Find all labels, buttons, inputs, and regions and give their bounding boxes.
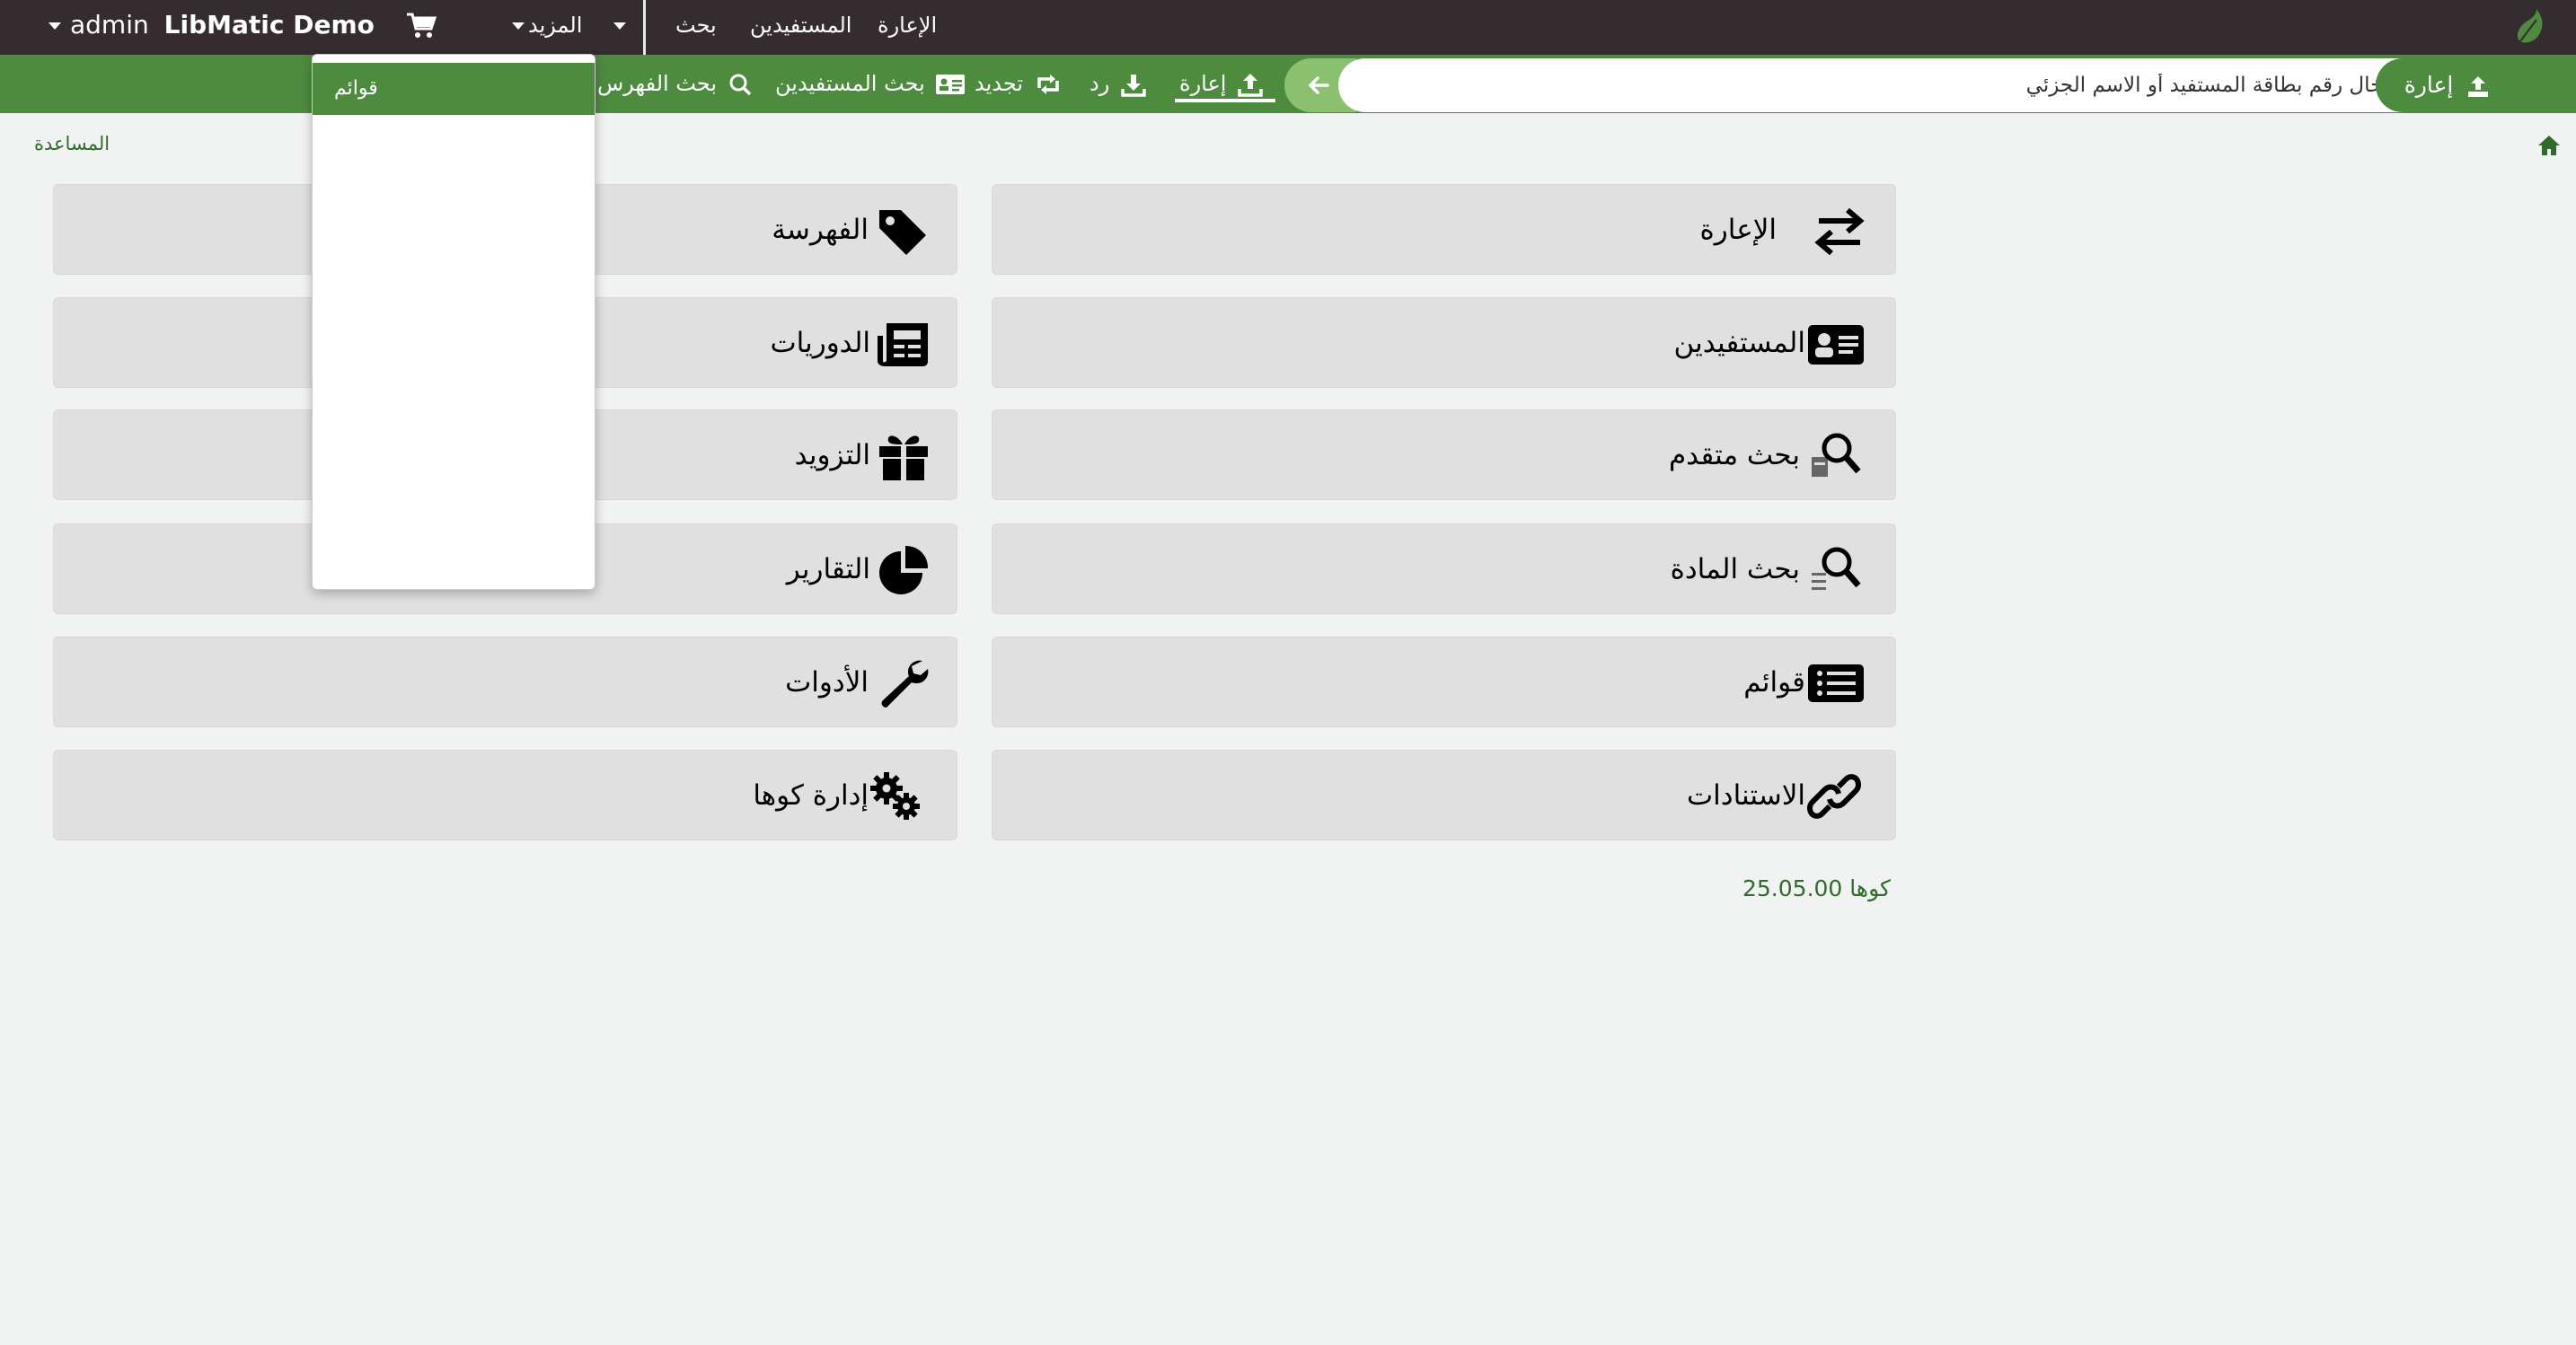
- search-icon: [729, 74, 751, 96]
- cart-button[interactable]: [406, 0, 437, 50]
- nav-divider: [643, 0, 646, 55]
- chevron-down-icon: [49, 22, 61, 30]
- tile-reports-label: التقارير: [786, 553, 870, 585]
- tile-lists-label: قوائم: [1743, 666, 1805, 699]
- tile-serials-label: الدوريات: [770, 327, 870, 359]
- pie-chart-icon: [879, 545, 929, 594]
- upload-icon: [1238, 74, 1263, 97]
- dropdown-item-lists-label: قوائم: [334, 77, 378, 100]
- advanced-search-icon: [1812, 433, 1861, 477]
- tool-catalog-search[interactable]: بحث الفهرس: [597, 55, 753, 113]
- koha-logo-icon[interactable]: [2511, 7, 2547, 47]
- tile-patrons[interactable]: المستفيدين: [992, 297, 1896, 388]
- newspaper-icon: [878, 323, 928, 366]
- wrench-icon: [881, 660, 929, 708]
- tool-catalog-search-label: بحث الفهرس: [597, 71, 718, 96]
- cart-icon: [407, 13, 437, 38]
- koha-version-label: كوها 25.05.00: [1742, 875, 1891, 901]
- help-link-label: المساعدة: [34, 133, 110, 154]
- download-icon: [1121, 75, 1146, 97]
- tile-advanced-search-label: بحث متقدم: [1668, 439, 1800, 471]
- user-menu[interactable]: admin LibMatic Demo: [49, 0, 375, 50]
- tile-cataloging-label: الفهرسة: [772, 214, 869, 246]
- id-card-icon: [1808, 325, 1864, 365]
- checkout-search-label: إعارة: [2404, 72, 2454, 98]
- top-navbar: admin LibMatic Demo المزيد بحث المستفيدي…: [0, 0, 2576, 55]
- tile-lists[interactable]: قوائم: [992, 637, 1896, 727]
- tile-patrons-label: المستفيدين: [1673, 327, 1805, 359]
- tool-patron-search-label: بحث المستفيدين: [775, 71, 925, 96]
- tile-tools[interactable]: الأدوات: [53, 637, 957, 727]
- gears-icon: [870, 772, 920, 820]
- more-dropdown-menu: قوائم: [312, 54, 595, 590]
- tile-authorities[interactable]: الاستنادات: [992, 750, 1896, 840]
- tile-item-search-label: بحث المادة: [1670, 553, 1800, 585]
- checkout-search-button[interactable]: إعارة: [2376, 58, 2519, 112]
- nav-search-label: بحث: [675, 13, 717, 38]
- tool-renew[interactable]: تجديد: [975, 55, 1063, 113]
- chevron-down-icon: [512, 22, 525, 30]
- more-menu-label: المزيد: [528, 13, 583, 38]
- tile-circulation-label: الإعارة: [1699, 214, 1777, 246]
- dropdown-item-lists[interactable]: قوائم: [313, 63, 595, 115]
- koha-version: كوها 25.05.00: [1742, 875, 1891, 901]
- nav-patrons[interactable]: المستفيدين: [750, 0, 851, 50]
- more-menu[interactable]: المزيد: [512, 0, 582, 50]
- gift-icon: [879, 435, 928, 480]
- search-box: [1338, 58, 2488, 112]
- tile-koha-admin[interactable]: إدارة كوها: [53, 750, 957, 840]
- dropdown-toggle[interactable]: [613, 0, 626, 50]
- tool-patron-search[interactable]: بحث المستفيدين: [775, 55, 966, 113]
- nav-circulation-label: الإعارة: [878, 13, 938, 38]
- tool-checkin[interactable]: رد: [1090, 55, 1147, 113]
- tool-renew-label: تجديد: [975, 71, 1024, 96]
- item-search-icon: [1812, 547, 1861, 590]
- tile-tools-label: الأدوات: [785, 666, 869, 699]
- upload-icon: [2468, 76, 2489, 97]
- patron-search-input[interactable]: [1374, 58, 2407, 112]
- list-icon: [1808, 664, 1864, 702]
- library-name: LibMatic Demo: [163, 10, 375, 40]
- tile-circulation[interactable]: الإعارة: [992, 184, 1896, 275]
- id-card-icon: [936, 75, 966, 94]
- active-tab-indicator: [1175, 99, 1275, 102]
- tile-acquisitions-label: التزويد: [794, 439, 870, 471]
- tool-checkout-label: إعارة: [1179, 71, 1227, 96]
- help-link[interactable]: المساعدة: [34, 133, 110, 154]
- user-name: admin: [70, 10, 149, 40]
- tile-item-search[interactable]: بحث المادة: [992, 523, 1896, 614]
- nav-search[interactable]: بحث: [675, 0, 717, 50]
- chevron-down-icon: [613, 22, 626, 30]
- home-icon[interactable]: [2536, 133, 2562, 158]
- tile-advanced-search[interactable]: بحث متقدم: [992, 409, 1896, 500]
- arrows-exchange-icon: [1814, 207, 1865, 256]
- nav-circulation[interactable]: الإعارة: [878, 0, 937, 50]
- renew-icon: [1037, 75, 1059, 94]
- tag-icon: [879, 210, 926, 255]
- tile-koha-admin-label: إدارة كوها: [753, 779, 869, 812]
- tile-authorities-label: الاستنادات: [1686, 779, 1805, 812]
- tool-checkout[interactable]: إعارة: [1179, 55, 1264, 113]
- link-icon: [1806, 774, 1862, 819]
- nav-patrons-label: المستفيدين: [750, 13, 852, 38]
- tool-checkin-label: رد: [1090, 71, 1110, 96]
